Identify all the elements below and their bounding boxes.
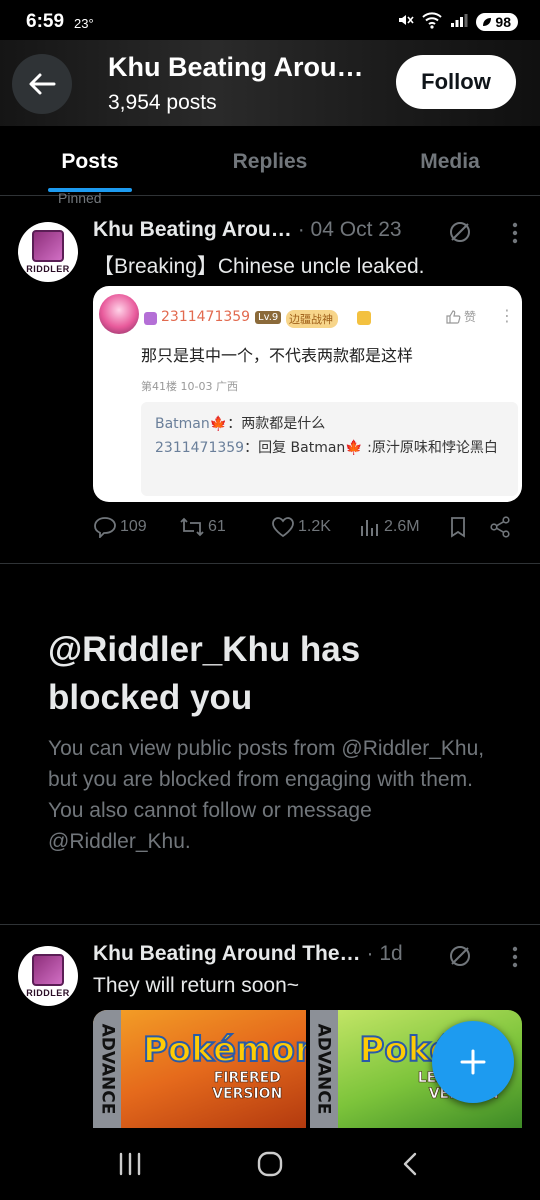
views-button[interactable]: 2.6M <box>359 516 420 538</box>
chevron-left-icon <box>403 1152 417 1176</box>
reply-icon <box>94 517 116 538</box>
system-back-button[interactable] <box>370 1134 450 1194</box>
level-badge: Lv.9 <box>255 311 282 324</box>
avatar[interactable]: RIDDLER <box>18 222 78 282</box>
retweet-icon <box>180 517 204 537</box>
tweet-author-name[interactable]: Khu Beating Arou… <box>93 218 292 242</box>
tweet-text: They will return soon~ <box>93 974 300 997</box>
retweet-button[interactable]: 61 <box>179 516 226 538</box>
plus-icon <box>460 1049 486 1075</box>
tweet-author-name[interactable]: Khu Beating Around The… <box>93 942 361 966</box>
reply-text: ：两款都是什么 <box>227 416 326 432</box>
tweet-date: · 04 Oct 23 <box>297 218 402 241</box>
reply-count: 109 <box>120 518 147 535</box>
like-button[interactable]: 1.2K <box>271 516 331 538</box>
like-label: 赞 <box>464 310 477 324</box>
grok-icon[interactable] <box>448 944 472 973</box>
share-icon <box>490 516 510 538</box>
bookmark-icon <box>451 517 465 538</box>
retweet-count: 61 <box>208 518 226 535</box>
tweet-image[interactable]: 2311471359 Lv.9 边疆战神 赞 ⋮ 那只是其中一个，不代表两款都是… <box>93 286 522 502</box>
recent-apps-icon <box>119 1152 141 1176</box>
blocked-title: @Riddler_Khu has blocked you <box>48 630 361 717</box>
thumbs-up-icon <box>446 309 461 324</box>
avatar-label: RIDDLER <box>26 988 70 998</box>
bookmark-button[interactable] <box>448 516 468 538</box>
share-button[interactable] <box>489 516 511 538</box>
system-nav-bar <box>0 1128 540 1200</box>
compose-post-button[interactable] <box>432 1021 514 1103</box>
game-logo: Pokémon <box>142 1029 306 1071</box>
more-options-icon[interactable] <box>512 222 518 249</box>
firered-box-art[interactable]: ADVANCE Pokémon FIRERED VERSION <box>93 1010 306 1128</box>
game-version: FIRERED VERSION <box>212 1070 283 1103</box>
grok-icon[interactable] <box>448 220 472 249</box>
divider <box>0 924 540 925</box>
tweet-header: Khu Beating Around The… · 1d <box>93 942 403 966</box>
tweet-date: · 1d <box>366 942 403 965</box>
home-icon <box>257 1151 283 1177</box>
member-badge-icon <box>144 312 157 325</box>
comment-info: 第41楼 10-03 广西 <box>141 380 238 393</box>
heart-icon <box>272 517 294 538</box>
rank-icon <box>357 311 371 325</box>
avatar-image <box>32 230 64 262</box>
comment-body: 那只是其中一个，不代表两款都是这样 <box>141 346 414 365</box>
advance-strip: ADVANCE <box>93 1010 121 1128</box>
blocked-description: You can view public posts from @Riddler_… <box>48 737 485 853</box>
avatar-image <box>32 954 64 986</box>
rank-badge: 边疆战神 <box>286 310 338 328</box>
tweet-header: Khu Beating Arou… · 04 Oct 23 <box>93 218 402 242</box>
more-options-icon[interactable] <box>512 946 518 973</box>
comment-replies: Batman🍁：两款都是什么 2311471359：回复 Batman🍁 :原汁… <box>141 402 518 496</box>
like-count: 1.2K <box>298 518 331 535</box>
strip-label: ADVANCE <box>313 1023 334 1115</box>
divider <box>0 563 540 564</box>
like-control: 赞 <box>445 308 476 325</box>
views-icon <box>361 520 378 536</box>
recent-apps-button[interactable] <box>90 1134 170 1194</box>
reply-text: ：回复 Batman🍁 :原汁原味和悖论黑白 <box>244 440 498 456</box>
avatar[interactable]: RIDDLER <box>18 946 78 1006</box>
views-count: 2.6M <box>384 518 420 535</box>
reply-author: 2311471359 <box>155 440 245 456</box>
comment-username: 2311471359 <box>161 309 251 325</box>
tweet-actions: 109 61 1.2K 2.6M <box>93 516 523 546</box>
reply-button[interactable]: 109 <box>93 516 147 538</box>
reply-author: Batman🍁 <box>155 416 228 432</box>
strip-label: ADVANCE <box>97 1023 117 1115</box>
reply-line-2: 2311471359：回复 Batman🍁 :原汁原味和悖论黑白 <box>155 436 504 460</box>
home-button[interactable] <box>230 1134 310 1194</box>
card-more-icon: ⋮ <box>499 306 515 325</box>
reply-line-1: Batman🍁：两款都是什么 <box>155 412 504 436</box>
advance-strip: ADVANCE <box>309 1010 338 1128</box>
comment-avatar <box>99 294 139 334</box>
avatar-label: RIDDLER <box>26 264 70 274</box>
tweet-text: 【Breaking】Chinese uncle leaked. <box>93 255 425 278</box>
tweet-pinned[interactable]: RIDDLER Khu Beating Arou… · 04 Oct 23 【B… <box>0 0 540 560</box>
